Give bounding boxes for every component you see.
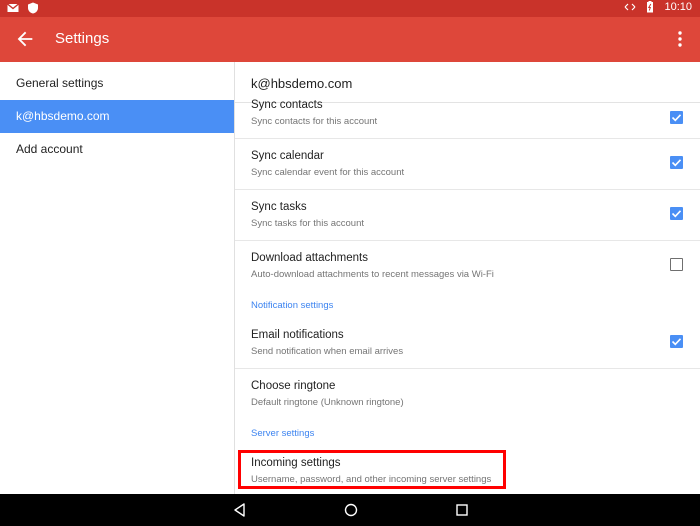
- choose-ringtone-title: Choose ringtone: [251, 380, 336, 392]
- checkmark-icon: [671, 114, 682, 122]
- data-transfer-icon: [625, 3, 636, 11]
- email-notifications-title: Email notifications: [251, 329, 344, 341]
- email-notifications-row[interactable]: Email notifications Send notification wh…: [235, 318, 700, 369]
- app-bar-title: Settings: [55, 30, 110, 47]
- account-title: k@hbsdemo.com: [235, 62, 700, 103]
- more-vert-icon[interactable]: [670, 29, 690, 49]
- choose-ringtone-row[interactable]: Choose ringtone Default ringtone (Unknow…: [235, 369, 700, 420]
- choose-ringtone-subtitle: Default ringtone (Unknown ringtone): [251, 397, 404, 408]
- incoming-settings-row[interactable]: Incoming settings Username, password, an…: [235, 446, 700, 494]
- sync-contacts-checkbox[interactable]: [670, 111, 683, 124]
- checkmark-icon: [671, 210, 682, 218]
- incoming-settings-title: Incoming settings: [251, 457, 341, 469]
- sidebar-item-add-account[interactable]: Add account: [0, 133, 234, 166]
- notification-settings-header: Notification settings: [251, 300, 334, 311]
- status-time: 10:10: [664, 1, 692, 13]
- navigation-bar: [0, 494, 700, 526]
- home-circle-icon[interactable]: [343, 502, 359, 518]
- recents-square-icon[interactable]: [454, 502, 470, 518]
- account-settings-pane[interactable]: k@hbsdemo.com Sync contacts Sync contact…: [234, 62, 700, 494]
- incoming-settings-subtitle: Username, password, and other incoming s…: [251, 474, 492, 485]
- email-notifications-checkbox[interactable]: [670, 335, 683, 348]
- download-attachments-title: Download attachments: [251, 252, 368, 264]
- checkmark-icon: [671, 338, 682, 346]
- server-settings-header: Server settings: [251, 428, 315, 439]
- app-bar: Settings: [0, 17, 700, 62]
- email-notifications-subtitle: Send notification when email arrives: [251, 346, 404, 357]
- settings-sidebar: General settings k@hbsdemo.com Add accou…: [0, 62, 234, 494]
- download-attachments-subtitle: Auto-download attachments to recent mess…: [251, 269, 494, 280]
- gmail-icon: [7, 3, 19, 12]
- sync-calendar-checkbox[interactable]: [670, 156, 683, 169]
- sync-calendar-title: Sync calendar: [251, 150, 324, 162]
- sync-tasks-row[interactable]: Sync tasks Sync tasks for this account: [235, 190, 700, 241]
- settings-list: Sync contacts Sync contacts for this acc…: [235, 99, 700, 494]
- shield-icon: [28, 2, 38, 14]
- download-attachments-row[interactable]: Download attachments Auto-download attac…: [235, 241, 700, 292]
- sync-tasks-title: Sync tasks: [251, 201, 307, 213]
- status-bar: 10:10: [0, 0, 700, 17]
- battery-icon: [647, 1, 654, 13]
- sidebar-item-account[interactable]: k@hbsdemo.com: [0, 100, 234, 133]
- sync-contacts-subtitle: Sync contacts for this account: [251, 116, 378, 127]
- sync-calendar-row[interactable]: Sync calendar Sync calendar event for th…: [235, 139, 700, 190]
- sync-tasks-checkbox[interactable]: [670, 207, 683, 220]
- sync-contacts-title: Sync contacts: [251, 99, 323, 111]
- sidebar-item-general-settings[interactable]: General settings: [0, 67, 234, 100]
- back-triangle-icon[interactable]: [232, 502, 248, 518]
- sync-tasks-subtitle: Sync tasks for this account: [251, 218, 364, 229]
- arrow-back-icon[interactable]: [14, 28, 36, 50]
- sync-contacts-row[interactable]: Sync contacts Sync contacts for this acc…: [235, 99, 700, 139]
- sync-calendar-subtitle: Sync calendar event for this account: [251, 167, 405, 178]
- checkmark-icon: [671, 159, 682, 167]
- download-attachments-checkbox[interactable]: [670, 258, 683, 271]
